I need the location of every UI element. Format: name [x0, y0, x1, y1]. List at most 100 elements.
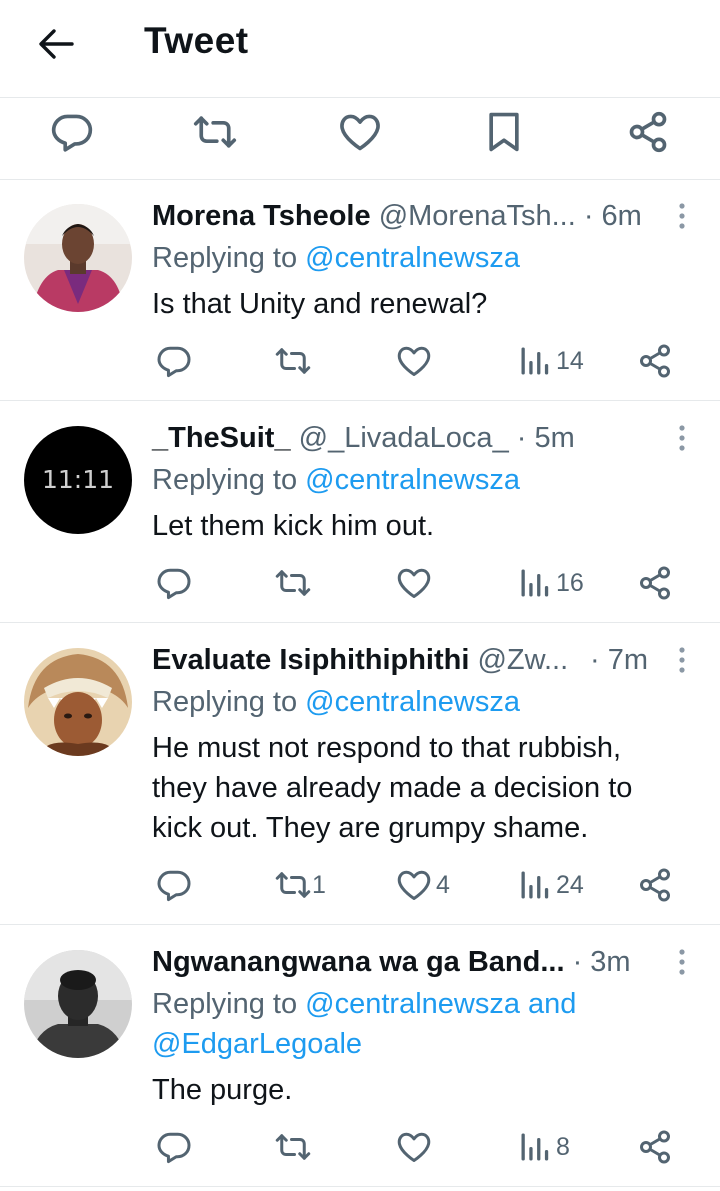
views-button[interactable]	[517, 565, 553, 601]
reply-icon	[156, 1152, 192, 1169]
share-button[interactable]	[637, 343, 673, 379]
tweet-header: Morena Tsheole @MorenaTsh... · 6m	[152, 196, 642, 236]
share-button[interactable]	[626, 110, 670, 154]
tweet-header: _TheSuit_ @_LivadaLoca_ · 5m	[152, 418, 575, 458]
page-title: Tweet	[144, 20, 249, 61]
user-handle[interactable]: @Zw...	[477, 644, 568, 676]
views-count: 8	[556, 1133, 570, 1161]
views-icon	[517, 890, 553, 907]
share-icon	[637, 588, 673, 605]
share-button[interactable]	[637, 1129, 673, 1165]
replying-to-label: Replying to	[152, 464, 306, 496]
reply-icon	[156, 366, 192, 383]
mention-link[interactable]: @centralnewsza	[305, 464, 520, 496]
reply-button[interactable]	[156, 343, 192, 379]
share-icon	[637, 366, 673, 383]
back-button[interactable]	[36, 24, 76, 64]
like-button[interactable]	[338, 110, 382, 154]
like-button[interactable]	[396, 565, 432, 601]
retweet-icon	[275, 1152, 311, 1169]
mention-joiner: and	[519, 988, 577, 1020]
like-icon	[396, 1152, 432, 1169]
main-tweet-action-bar	[0, 98, 720, 180]
more-options-button[interactable]	[670, 196, 694, 236]
reply-tweet[interactable]: Morena Tsheole @MorenaTsh... · 6m Replyi…	[0, 180, 720, 401]
retweet-button[interactable]	[193, 110, 237, 154]
timestamp[interactable]: · 3m	[573, 946, 631, 978]
share-icon	[637, 890, 673, 907]
like-button[interactable]	[396, 343, 432, 379]
mention-link[interactable]: @EdgarLegoale	[152, 1028, 362, 1060]
like-icon	[396, 588, 432, 605]
reply-button[interactable]	[156, 565, 192, 601]
avatar[interactable]	[24, 204, 132, 312]
avatar[interactable]: 11:11	[24, 426, 132, 534]
views-button[interactable]	[517, 1129, 553, 1165]
display-name[interactable]: Morena Tsheole	[152, 200, 371, 232]
replying-to: Replying to @centralnewsza	[152, 460, 520, 500]
replying-to-label: Replying to	[152, 686, 306, 718]
reply-tweet[interactable]: Ngwanangwana wa ga Band... · 3m Replying…	[0, 926, 720, 1187]
more-icon	[670, 647, 694, 684]
display-name[interactable]: _TheSuit_	[152, 422, 291, 454]
more-options-button[interactable]	[670, 418, 694, 458]
tweet-text: Is that Unity and renewal?	[152, 288, 488, 320]
reply-tweet[interactable]: Evaluate Isiphithiphithi @Zw... · 7m Rep…	[0, 624, 720, 925]
timestamp[interactable]: · 6m	[584, 200, 642, 232]
views-icon	[517, 588, 553, 605]
views-button[interactable]	[517, 867, 553, 903]
retweet-button[interactable]	[275, 867, 311, 903]
mention-link[interactable]: @centralnewsza	[305, 988, 520, 1020]
tweet-header: Ngwanangwana wa ga Band... · 3m	[152, 942, 631, 982]
more-icon	[670, 425, 694, 462]
reply-button[interactable]	[50, 110, 94, 154]
tweet-text: kick out. They are grumpy shame.	[152, 812, 589, 844]
reply-button[interactable]	[156, 1129, 192, 1165]
user-handle[interactable]: @_LivadaLoca_	[299, 422, 509, 454]
avatar[interactable]	[24, 648, 132, 756]
replying-to-label: Replying to	[152, 988, 306, 1020]
reply-icon	[50, 110, 94, 154]
more-options-button[interactable]	[670, 942, 694, 982]
retweet-button[interactable]	[275, 565, 311, 601]
views-count: 16	[556, 569, 584, 597]
share-button[interactable]	[637, 867, 673, 903]
display-name[interactable]: Ngwanangwana wa ga Band...	[152, 946, 565, 978]
avatar-clock-text: 11:11	[41, 465, 115, 494]
top-app-bar: Tweet	[0, 0, 720, 98]
bookmark-button[interactable]	[482, 110, 526, 154]
retweet-icon	[275, 366, 311, 383]
more-options-button[interactable]	[670, 640, 694, 680]
like-button[interactable]	[396, 867, 432, 903]
reply-button[interactable]	[156, 867, 192, 903]
reply-icon	[156, 588, 192, 605]
mention-link[interactable]: @centralnewsza	[305, 686, 520, 718]
back-arrow-icon	[36, 29, 76, 68]
timestamp[interactable]: · 7m	[590, 640, 648, 680]
views-icon	[517, 1152, 553, 1169]
mention-link[interactable]: @centralnewsza	[305, 242, 520, 274]
replying-to: Replying to @centralnewsza	[152, 682, 520, 722]
retweet-button[interactable]	[275, 343, 311, 379]
share-button[interactable]	[637, 565, 673, 601]
replying-to-continued: @EdgarLegoale	[152, 1024, 362, 1064]
like-icon	[396, 890, 432, 907]
replying-to: Replying to @centralnewsza	[152, 238, 520, 278]
reply-tweet[interactable]: 11:11 _TheSuit_ @_LivadaLoca_ · 5m Reply…	[0, 402, 720, 623]
timestamp[interactable]: · 5m	[517, 422, 575, 454]
more-icon	[670, 203, 694, 240]
avatar[interactable]	[24, 950, 132, 1058]
user-handle[interactable]: @MorenaTsh...	[379, 200, 576, 232]
views-button[interactable]	[517, 343, 553, 379]
retweet-icon	[275, 588, 311, 605]
tweet-text: He must not respond to that rubbish,	[152, 732, 622, 764]
like-button[interactable]	[396, 1129, 432, 1165]
tweet-text: The purge.	[152, 1074, 293, 1106]
views-count: 14	[556, 347, 584, 375]
display-name[interactable]: Evaluate Isiphithiphithi	[152, 644, 469, 676]
retweet-icon	[275, 890, 311, 907]
share-icon	[637, 1152, 673, 1169]
views-icon	[517, 366, 553, 383]
retweet-button[interactable]	[275, 1129, 311, 1165]
more-icon	[670, 949, 694, 986]
